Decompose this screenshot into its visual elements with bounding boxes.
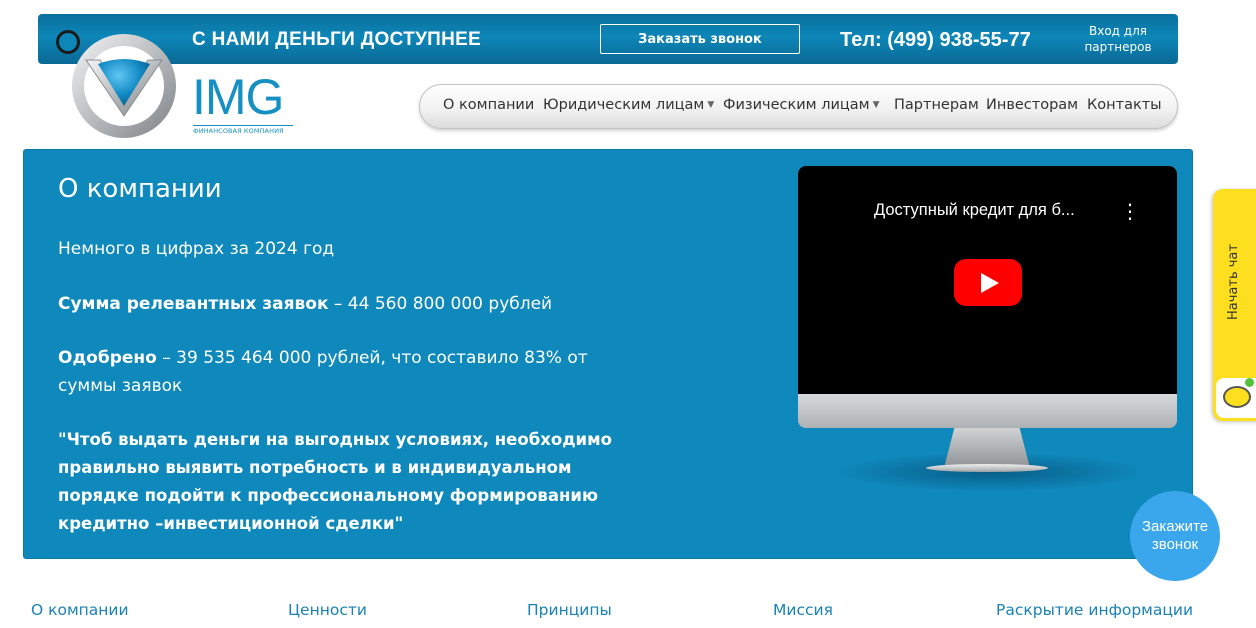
partners-login-link[interactable]: Вход для партнеров: [1074, 23, 1162, 55]
stat-applications: Сумма релевантных заявок – 44 560 800 00…: [58, 290, 552, 318]
caret-down-icon: ▼: [872, 100, 880, 110]
stats-intro: Немного в цифрах за 2024 год: [58, 239, 335, 259]
header-phone[interactable]: Тел: (499) 938-55-77: [840, 29, 1031, 52]
logo-text[interactable]: IMG: [192, 72, 284, 122]
subnav-values[interactable]: Ценности: [288, 601, 367, 619]
monitor-base: [926, 464, 1048, 472]
subnav-disclosure[interactable]: Раскрытие информации: [996, 601, 1193, 619]
nav-item-label: Физическим лицам: [723, 97, 870, 113]
stat-value-cont: суммы заявок: [58, 376, 183, 396]
quote-line: порядке подойти к профессиональному форм…: [58, 486, 599, 505]
order-call-label: Закажите звонок: [1142, 518, 1208, 554]
logo-emblem-icon[interactable]: [52, 24, 182, 140]
quote-line: правильно выявить потребность и в индиви…: [58, 458, 572, 477]
chat-bubble-icon[interactable]: [1223, 386, 1251, 408]
start-chat-label[interactable]: Начать чат: [1226, 244, 1241, 320]
stat-label: Сумма релевантных заявок: [58, 294, 329, 314]
header-slogan: С НАМИ ДЕНЬГИ ДОСТУПНЕЕ: [192, 29, 482, 50]
order-call-circle-button[interactable]: Закажите звонок: [1130, 491, 1220, 581]
play-icon[interactable]: [954, 259, 1022, 306]
video-title[interactable]: Доступный кредит для б...: [874, 201, 1075, 220]
more-vertical-icon[interactable]: ⋮: [1120, 199, 1140, 223]
nav-item-label: Партнерам: [894, 97, 979, 113]
stat-label: Одобрено: [58, 348, 157, 368]
logo-subtitle: ФИНАНСОВАЯ КОМПАНИЯ: [193, 125, 293, 135]
nav-item-label: Юридическим лицам: [543, 97, 705, 113]
nav-item-contacts[interactable]: Контакты: [1087, 97, 1162, 113]
subnav-principles[interactable]: Принципы: [527, 601, 612, 619]
subnav-mission[interactable]: Миссия: [773, 601, 833, 619]
nav-item-about[interactable]: О компании: [443, 97, 534, 113]
monitor-stand: [944, 428, 1030, 468]
order-call-line2: звонок: [1151, 536, 1199, 553]
stat-approved: Одобрено – 39 535 464 000 рублей, что со…: [58, 344, 588, 400]
nav-item-partners[interactable]: Партнерам: [894, 97, 979, 113]
page-title: О компании: [58, 174, 222, 204]
nav-item-label: Инвесторам: [986, 97, 1079, 113]
nav-item-label: О компании: [443, 97, 535, 113]
nav-item-investors[interactable]: Инвесторам: [986, 97, 1078, 113]
quote-line: кредитно –инвестиционной сделки": [58, 514, 404, 533]
nav-item-label: Контакты: [1087, 97, 1162, 113]
company-quote: "Чтоб выдать деньги на выгодных условиях…: [58, 426, 612, 538]
order-call-line1: Закажите: [1141, 518, 1209, 535]
stat-value: – 39 535 464 000 рублей, что составило 8…: [156, 348, 588, 368]
caret-down-icon: ▼: [707, 100, 715, 110]
nav-item-legal-entities[interactable]: Юридическим лицам ▼: [543, 97, 714, 113]
subnav-about[interactable]: О компании: [31, 601, 129, 619]
monitor-chin: [798, 394, 1177, 428]
stat-value: – 44 560 800 000 рублей: [328, 294, 553, 314]
nav-item-individuals[interactable]: Физическим лицам ▼: [723, 97, 880, 113]
online-status-icon: [1245, 378, 1254, 387]
order-call-button[interactable]: Заказать звонок: [600, 24, 800, 54]
quote-line: "Чтоб выдать деньги на выгодных условиях…: [58, 430, 612, 449]
